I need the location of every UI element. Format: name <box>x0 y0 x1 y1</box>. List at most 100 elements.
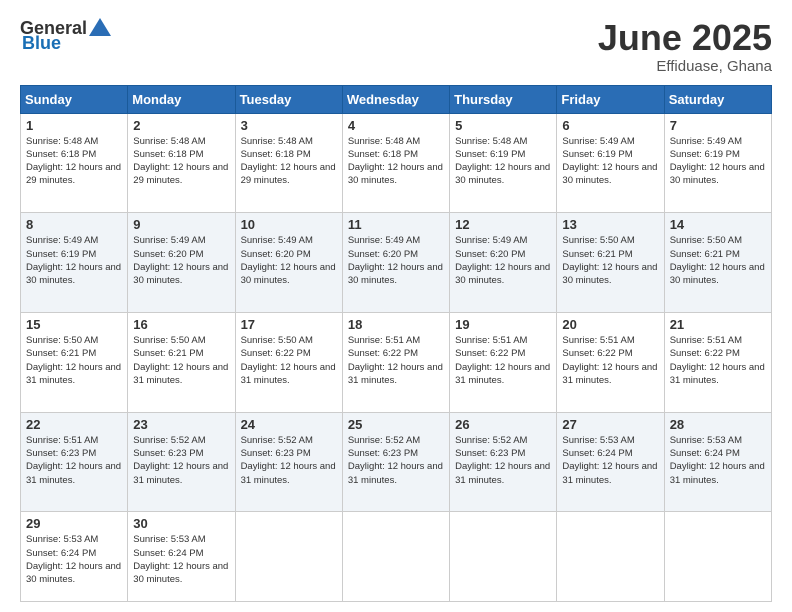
table-row: 27Sunrise: 5:53 AMSunset: 6:24 PMDayligh… <box>557 412 664 512</box>
daylight-text: Daylight: 12 hours and 31 minutes. <box>562 362 657 386</box>
daylight-text: Daylight: 12 hours and 31 minutes. <box>562 461 657 485</box>
day-number: 4 <box>348 118 444 133</box>
logo-icon <box>89 18 111 36</box>
header-saturday: Saturday <box>664 85 771 113</box>
sunrise-text: Sunrise: 5:50 AM <box>133 335 205 346</box>
table-row: 19Sunrise: 5:51 AMSunset: 6:22 PMDayligh… <box>450 312 557 412</box>
daylight-text: Daylight: 12 hours and 31 minutes. <box>241 362 336 386</box>
cell-info: Sunrise: 5:50 AMSunset: 6:21 PMDaylight:… <box>133 334 229 387</box>
sunrise-text: Sunrise: 5:51 AM <box>455 335 527 346</box>
cell-info: Sunrise: 5:51 AM Sunset: 6:22 PM Daylight:… <box>348 334 444 387</box>
sunset-text: Sunset: 6:24 PM <box>562 448 632 459</box>
cell-info: Sunrise: 5:49 AMSunset: 6:20 PMDaylight:… <box>455 234 551 287</box>
sunrise-text: Sunrise: 5:51 AM <box>348 335 420 346</box>
daylight-text: Daylight: 12 hours and 30 minutes. <box>241 262 336 286</box>
cell-info: Sunrise: 5:53 AMSunset: 6:24 PMDaylight:… <box>133 533 229 586</box>
table-row: 17Sunrise: 5:50 AMSunset: 6:22 PMDayligh… <box>235 312 342 412</box>
cell-info: Sunrise: 5:48 AMSunset: 6:18 PMDaylight:… <box>133 135 229 188</box>
daylight-text: Daylight: 12 hours and 30 minutes. <box>670 262 765 286</box>
cell-info: Sunrise: 5:52 AMSunset: 6:23 PMDaylight:… <box>455 434 551 487</box>
day-number: 29 <box>26 516 122 531</box>
table-row: 18Sunrise: 5:51 AMSunset: 6:22 PMDayligh… <box>342 312 449 412</box>
sunset-text: Sunset: 6:22 PM <box>670 348 740 359</box>
table-row: 10 Sunrise: 5:49 AMSunset: 6:20 PMDayligh… <box>235 213 342 313</box>
header: General Blue June 2025 Effiduase, Ghana <box>20 18 772 75</box>
sunrise-text: Sunrise: 5:49 AM <box>241 235 313 246</box>
table-row: 21Sunrise: 5:51 AMSunset: 6:22 PMDayligh… <box>664 312 771 412</box>
cell-info: Sunrise: 5:50 AMSunset: 6:21 PMDaylight:… <box>26 334 122 387</box>
sunrise-text: Sunrise: 5:51 AM <box>26 435 98 446</box>
table-row: 6Sunrise: 5:49 AMSunset: 6:19 PMDaylight… <box>557 113 664 213</box>
sunrise-text: Sunrise: 5:53 AM <box>26 534 98 545</box>
sunrise-text: Sunrise: 5:50 AM <box>670 235 742 246</box>
cell-info: Sunrise: 5:51 AMSunset: 6:22 PMDaylight:… <box>562 334 658 387</box>
daylight-text: Daylight: 12 hours and 31 minutes. <box>670 362 765 386</box>
day-number: 30 <box>133 516 229 531</box>
day-number: 13 <box>562 217 658 232</box>
day-number: 19 <box>455 317 551 332</box>
table-row: 14Sunrise: 5:50 AMSunset: 6:21 PMDayligh… <box>664 213 771 313</box>
sunset-text: Sunset: 6:24 PM <box>26 548 96 559</box>
day-number: 10 <box>241 217 337 232</box>
daylight-text: Daylight: 12 hours and 30 minutes. <box>455 162 550 186</box>
cell-info: Sunrise: 5:50 AMSunset: 6:22 PMDaylight:… <box>241 334 337 387</box>
daylight-text: Daylight: 12 hours and 30 minutes. <box>562 262 657 286</box>
cell-info: Sunrise: 5:49 AMSunset: 6:19 PMDaylight:… <box>670 135 766 188</box>
table-row: 28Sunrise: 5:53 AMSunset: 6:24 PMDayligh… <box>664 412 771 512</box>
sunset-text: Sunset: 6:18 PM <box>26 149 96 160</box>
day-number: 12 <box>455 217 551 232</box>
table-row <box>235 512 342 602</box>
cell-info: Sunrise: 5:52 AMSunset: 6:23 PMDaylight:… <box>348 434 444 487</box>
table-row: 9Sunrise: 5:49 AMSunset: 6:20 PMDaylight… <box>128 213 235 313</box>
cell-info: Sunrise: 5:51 AMSunset: 6:22 PMDaylight:… <box>455 334 551 387</box>
cell-info: Sunrise: 5:50 AMSunset: 6:21 PMDaylight:… <box>562 234 658 287</box>
sunset-text: Sunset: 6:24 PM <box>670 448 740 459</box>
table-row: 11Sunrise: 5:49 AMSunset: 6:20 PMDayligh… <box>342 213 449 313</box>
sunset-text: Sunset: 6:23 PM <box>133 448 203 459</box>
sunrise-text: Sunrise: 5:51 AM <box>562 335 634 346</box>
cell-info: Sunrise: 5:48 AMSunset: 6:18 PMDaylight:… <box>241 135 337 188</box>
sunset-text: Sunset: 6:18 PM <box>348 149 418 160</box>
cell-info: Sunrise: 5:50 AM Sunset: 6:21 PM Daylight:… <box>670 234 766 287</box>
sunset-text: Sunset: 6:18 PM <box>241 149 311 160</box>
table-row: 4 Sunrise: 5:48 AMSunset: 6:18 PMDaylight… <box>342 113 449 213</box>
day-number: 5 <box>455 118 551 133</box>
day-number: 22 <box>26 417 122 432</box>
table-row: 5Sunrise: 5:48 AMSunset: 6:19 PMDaylight… <box>450 113 557 213</box>
sunrise-text: Sunrise: 5:49 AM <box>26 235 98 246</box>
sunset-text: Sunset: 6:22 PM <box>348 348 418 359</box>
sunrise-text: Sunrise: 5:48 AM <box>133 136 205 147</box>
daylight-text: Daylight: 12 hours and 31 minutes. <box>26 362 121 386</box>
day-number: 15 <box>26 317 122 332</box>
cell-info: Sunrise: 5:52 AMSunset: 6:23 PMDaylight:… <box>133 434 229 487</box>
page: General Blue June 2025 Effiduase, Ghana … <box>0 0 792 612</box>
sunset-text: Sunset: 6:22 PM <box>455 348 525 359</box>
daylight-text: Daylight: 12 hours and 29 minutes. <box>241 162 336 186</box>
sunset-text: Sunset: 6:23 PM <box>241 448 311 459</box>
daylight-text: Daylight: 12 hours and 30 minutes. <box>455 262 550 286</box>
sunrise-text: Sunrise: 5:51 AM <box>670 335 742 346</box>
calendar-week-row: 15Sunrise: 5:50 AMSunset: 6:21 PMDayligh… <box>21 312 772 412</box>
sunset-text: Sunset: 6:21 PM <box>26 348 96 359</box>
daylight-text: Daylight: 12 hours and 30 minutes. <box>348 162 443 186</box>
cell-info: Sunrise: 5:48 AMSunset: 6:18 PMDaylight:… <box>348 135 444 188</box>
daylight-text: Daylight: 12 hours and 30 minutes. <box>348 262 443 286</box>
sunset-text: Sunset: 6:19 PM <box>562 149 632 160</box>
sunrise-text: Sunrise: 5:49 AM <box>562 136 634 147</box>
daylight-text: Daylight: 12 hours and 31 minutes. <box>348 362 443 386</box>
table-row: 12 Sunrise: 5:49 AMSunset: 6:20 PMDayligh… <box>450 213 557 313</box>
daylight-text: Daylight: 12 hours and 31 minutes. <box>26 461 121 485</box>
calendar-location: Effiduase, Ghana <box>598 58 772 75</box>
cell-info: Sunrise: 5:49 AMSunset: 6:20 PMDaylight:… <box>241 234 337 287</box>
sunrise-text: Sunrise: 5:52 AM <box>348 435 420 446</box>
calendar-week-row: 1Sunrise: 5:48 AMSunset: 6:18 PMDaylight… <box>21 113 772 213</box>
daylight-text: Daylight: 12 hours and 30 minutes. <box>670 162 765 186</box>
cell-info: Sunrise: 5:53 AMSunset: 6:24 PMDaylight:… <box>562 434 658 487</box>
cell-info: Sunrise: 5:49 AMSunset: 6:19 PMDaylight:… <box>562 135 658 188</box>
sunset-text: Sunset: 6:22 PM <box>241 348 311 359</box>
sunset-text: Sunset: 6:19 PM <box>26 249 96 260</box>
table-row: 16Sunrise: 5:50 AMSunset: 6:21 PMDayligh… <box>128 312 235 412</box>
table-row <box>450 512 557 602</box>
cell-info: Sunrise: 5:51 AM Sunset: 6:22 PM Daylight:… <box>670 334 766 387</box>
sunset-text: Sunset: 6:21 PM <box>670 249 740 260</box>
